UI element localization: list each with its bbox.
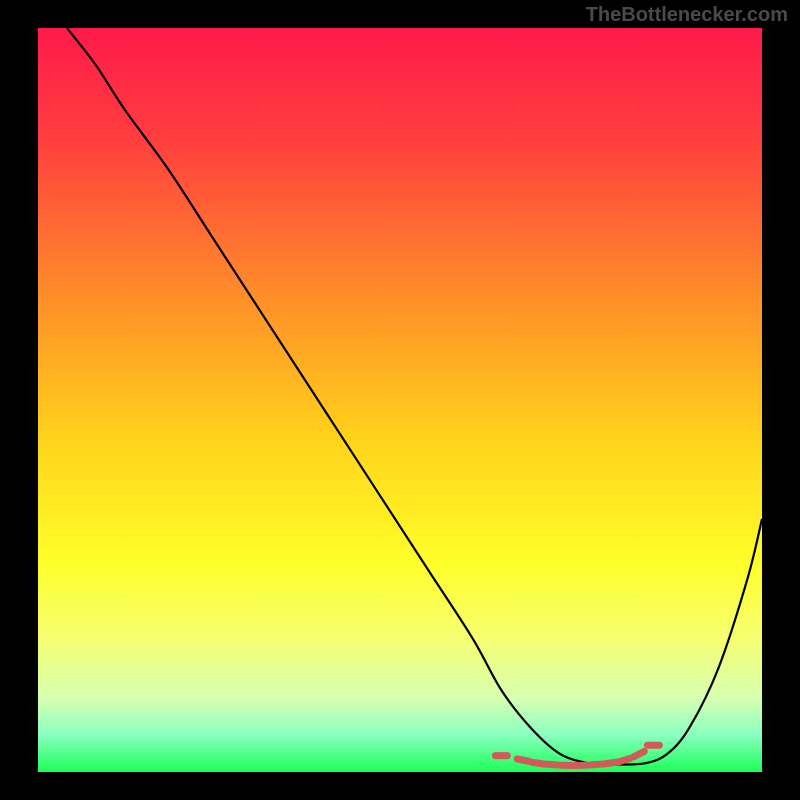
plot-area (38, 28, 762, 772)
chart-svg (38, 28, 762, 772)
watermark-text: TheBottlenecker.com (586, 4, 788, 27)
chart-container: TheBottlenecker.com (0, 0, 800, 800)
